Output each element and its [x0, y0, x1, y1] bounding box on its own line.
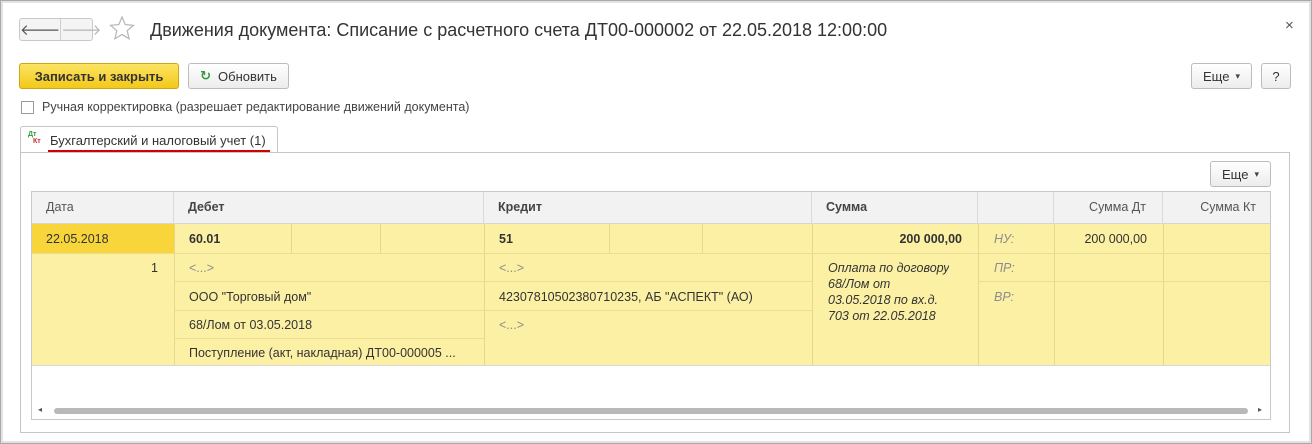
grid-line [291, 224, 292, 253]
grid-line [174, 224, 175, 365]
dt-kt-icon: Дт Кт [28, 131, 41, 145]
dropdown-caret-icon: ▾ [1254, 168, 1259, 179]
close-icon[interactable]: × [1285, 17, 1294, 34]
cell-tax-vr-label: ВР: [994, 290, 1015, 304]
column-header-amount[interactable]: Сумма [812, 192, 978, 224]
grid-line [380, 224, 381, 253]
help-button[interactable]: ? [1261, 63, 1291, 89]
tab-accounting-tax[interactable]: Дт Кт Бухгалтерский и налоговый учет (1) [20, 126, 278, 153]
cell-tax-nu-label: НУ: [994, 232, 1015, 246]
table-more-button-label: Еще [1222, 166, 1249, 182]
cell-amount[interactable]: 200 000,00 [812, 232, 962, 246]
cell-content-line3[interactable]: 03.05.2018 по вх.д. [828, 293, 938, 307]
cell-debit-subconto2[interactable]: ООО "Торговый дом" [189, 290, 311, 304]
grid-line [484, 224, 485, 365]
scroll-right-icon[interactable]: ▸ [1258, 405, 1262, 414]
navigation-buttons: 🡐 🡒 [19, 18, 101, 41]
refresh-button-label: Обновить [218, 68, 277, 84]
cell-row-number: 1 [151, 261, 158, 275]
column-header-amount-dt[interactable]: Сумма Дт [1054, 192, 1163, 224]
movements-table: Дата Дебет Кредит Сумма Сумма Дт Сумма К… [31, 191, 1271, 420]
column-header-date[interactable]: Дата [32, 192, 174, 224]
cell-debit-subconto3[interactable]: 68/Лом от 03.05.2018 [189, 318, 312, 332]
dropdown-caret-icon: ▾ [1235, 70, 1240, 81]
manual-edit-checkbox[interactable] [21, 100, 34, 114]
column-header-credit[interactable]: Кредит [484, 192, 812, 224]
column-header-blank[interactable] [978, 192, 1054, 224]
cell-debit-account[interactable]: 60.01 [189, 232, 220, 246]
grid-line [32, 253, 1270, 254]
cell-credit-subconto1[interactable]: <...> [499, 261, 524, 275]
grid-line [174, 310, 812, 311]
manual-edit-option[interactable]: Ручная корректировка (разрешает редактир… [21, 100, 469, 114]
cell-content-line2[interactable]: 68/Лом от [828, 277, 890, 291]
arrow-right-icon: 🡒 [61, 22, 102, 39]
tab-label: Бухгалтерский и налоговый учет (1) [50, 133, 266, 148]
more-button-label: Еще [1203, 68, 1230, 84]
cell-credit-subconto2[interactable]: 42307810502380710235, АБ "АСПЕКТ" (АО) [499, 290, 753, 304]
table-more-button[interactable]: Еще ▾ [1210, 161, 1271, 187]
cell-debit-subconto1[interactable]: <...> [189, 261, 214, 275]
scroll-left-icon[interactable]: ◂ [38, 405, 42, 414]
grid-line [174, 338, 484, 339]
horizontal-scrollbar[interactable]: ◂ ▸ [32, 403, 1270, 419]
forward-button[interactable]: 🡒 [60, 19, 101, 40]
refresh-icon: ↻ [200, 68, 212, 83]
grid-line [174, 281, 812, 282]
cell-content-line4[interactable]: 703 от 22.05.2018 [828, 309, 936, 323]
grid-line [1163, 224, 1164, 365]
manual-edit-label: Ручная корректировка (разрешает редактир… [42, 100, 470, 114]
grid-line [978, 281, 1270, 282]
grid-line [609, 224, 610, 253]
cell-debit-subconto4[interactable]: Поступление (акт, накладная) ДТ00-000005… [189, 346, 479, 360]
cell-amount-dt-nu[interactable]: 200 000,00 [1054, 232, 1147, 246]
favorite-star-icon[interactable] [109, 15, 135, 41]
cell-tax-pr-label: ПР: [994, 261, 1015, 275]
column-header-amount-kt[interactable]: Сумма Кт [1163, 192, 1270, 224]
document-movements-window: 🡐 🡒 Движения документа: Списание с расче… [0, 0, 1312, 444]
more-button[interactable]: Еще ▾ [1191, 63, 1252, 89]
back-button[interactable]: 🡐 [20, 19, 60, 40]
cell-date[interactable]: 22.05.2018 [46, 232, 109, 246]
scrollbar-thumb[interactable] [54, 408, 1248, 414]
grid-line [978, 224, 979, 365]
column-header-debit[interactable]: Дебет [174, 192, 484, 224]
save-and-close-button[interactable]: Записать и закрыть [19, 63, 179, 89]
window-title: Движения документа: Списание с расчетног… [150, 20, 888, 40]
refresh-button[interactable]: ↻ Обновить [188, 63, 289, 89]
table-header: Дата Дебет Кредит Сумма Сумма Дт Сумма К… [32, 192, 1270, 224]
grid-line [702, 224, 703, 253]
arrow-left-icon: 🡐 [20, 22, 61, 39]
cell-credit-account[interactable]: 51 [499, 232, 513, 246]
cell-credit-subconto3[interactable]: <...> [499, 318, 524, 332]
grid-line [32, 365, 1270, 366]
cell-content-line1[interactable]: Оплата по договору [828, 261, 949, 275]
